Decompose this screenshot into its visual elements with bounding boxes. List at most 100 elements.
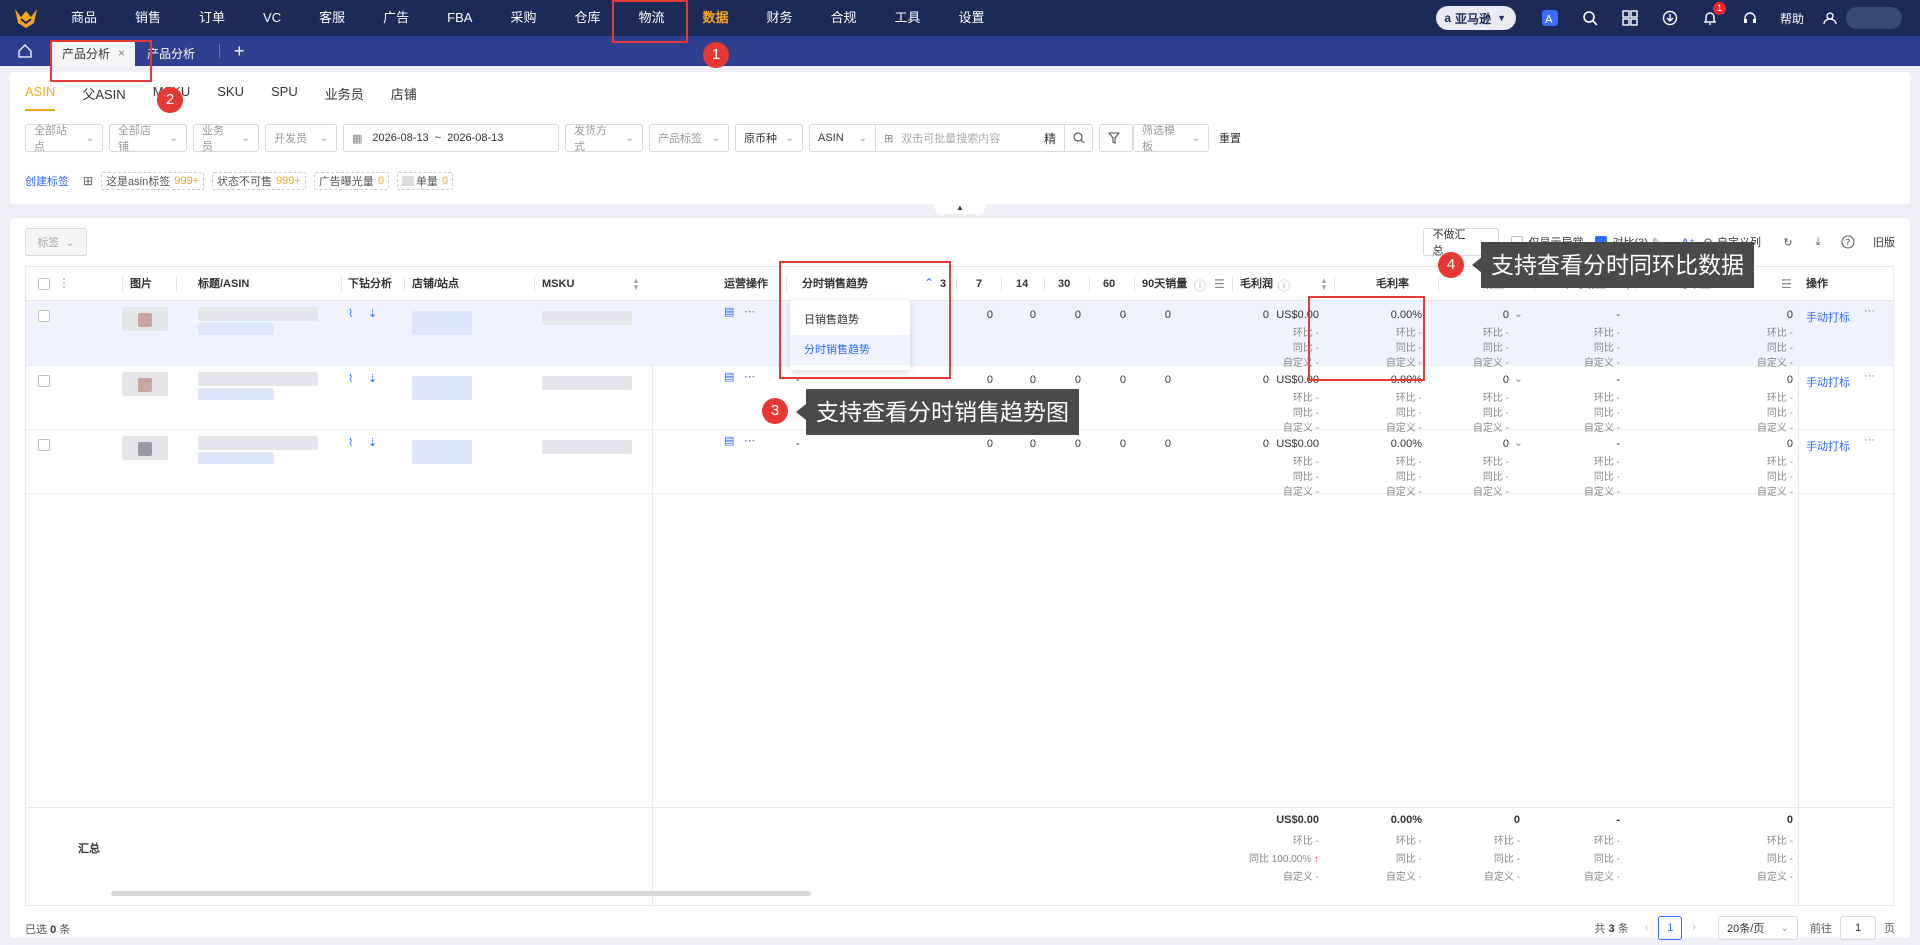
drill-down-icon[interactable]: ⇣ <box>368 372 377 385</box>
sort-list-icon[interactable]: ☰ <box>1214 277 1225 291</box>
product-tag-select[interactable]: 产品标签 ⌄ <box>649 124 729 152</box>
more-icon[interactable]: ··· <box>1864 305 1875 317</box>
row-checkbox[interactable] <box>38 439 50 451</box>
nav-item[interactable]: 广告 <box>364 0 428 36</box>
chevron-down-icon[interactable]: ⌄ <box>1514 372 1523 385</box>
col-msku[interactable]: MSKU <box>542 267 574 301</box>
manual-tag-link[interactable]: 手动打标 <box>1806 309 1850 325</box>
nav-item[interactable]: FBA <box>428 0 491 36</box>
horizontal-scrollbar[interactable] <box>111 891 811 896</box>
tag-chip[interactable]: 广告曝光量 0 <box>313 172 389 190</box>
search-icon[interactable] <box>1064 125 1092 151</box>
subtab-4[interactable]: SPU <box>271 84 298 111</box>
user-icon[interactable] <box>1818 6 1842 30</box>
sort-icon[interactable]: ▲▼ <box>632 277 640 292</box>
product-title[interactable] <box>198 307 318 321</box>
apps-icon[interactable] <box>1618 6 1642 30</box>
search-icon[interactable] <box>1578 6 1602 30</box>
developer-select[interactable]: 开发员 ⌄ <box>265 124 337 152</box>
chevron-down-icon[interactable]: ⌄ <box>1514 436 1523 449</box>
more-circle-icon[interactable]: ⋯ <box>744 305 755 318</box>
subtab-3[interactable]: SKU <box>217 84 244 111</box>
nav-item[interactable]: 数据 <box>683 0 747 36</box>
exact-match-toggle[interactable]: 精 <box>1044 125 1064 151</box>
manual-tag-link[interactable]: 手动打标 <box>1806 374 1850 390</box>
export-icon[interactable]: ⤓ <box>1809 233 1827 251</box>
prev-page-icon[interactable]: ‹ <box>1645 922 1649 934</box>
create-tag-link[interactable]: 创建标签 <box>25 173 69 189</box>
add-tab-button[interactable]: + <box>234 41 245 62</box>
tag-button[interactable]: 标签 ⌄ <box>25 228 87 256</box>
more-circle-icon[interactable]: ⋯ <box>744 370 755 383</box>
line-chart-icon[interactable]: ⌇ <box>348 307 353 320</box>
row-checkbox[interactable] <box>38 375 50 387</box>
document-icon[interactable]: ▤ <box>724 434 734 447</box>
manual-tag-link[interactable]: 手动打标 <box>1806 438 1850 454</box>
sort-list-icon[interactable]: ☰ <box>1781 277 1792 291</box>
chevron-down-icon[interactable]: ⌄ <box>1514 307 1523 320</box>
table-row[interactable]: ⌇ ⇣ ▤ ⋯ - 0 0 0 0 0 0 US$0.00 环比 - 同比 - … <box>26 301 1893 369</box>
nav-item[interactable]: 商品 <box>52 0 116 36</box>
nav-item[interactable]: 采购 <box>491 0 555 36</box>
template-select[interactable]: 筛选模板 ⌄ <box>1133 124 1209 153</box>
ship-method-select[interactable]: 发货方式 ⌄ <box>565 124 643 153</box>
nav-item[interactable]: 财务 <box>748 0 812 36</box>
store-select[interactable]: 全部店铺 ⌄ <box>109 124 187 153</box>
tag-chip[interactable]: 单量 0 <box>396 172 454 190</box>
product-title[interactable] <box>198 436 318 450</box>
search-field-select[interactable]: ASIN ⌄ <box>810 125 876 151</box>
tag-chip[interactable]: 这是asin标签 999+ <box>101 172 205 190</box>
product-title[interactable] <box>198 372 318 386</box>
subtab-0[interactable]: ASIN <box>25 84 56 111</box>
filter-icon[interactable] <box>1099 124 1133 152</box>
home-icon[interactable] <box>0 36 50 66</box>
cell-trend[interactable]: - <box>796 438 800 450</box>
collapse-filter-toggle[interactable]: ▲ <box>935 204 985 214</box>
more-icon[interactable]: ··· <box>1864 434 1875 446</box>
brand-logo[interactable] <box>0 0 52 36</box>
search-input[interactable]: ⊞ 双击可批量搜索内容 <box>876 125 1044 151</box>
more-circle-icon[interactable]: ⋯ <box>744 434 755 447</box>
next-page-icon[interactable]: › <box>1692 922 1696 934</box>
document-icon[interactable]: ▤ <box>724 370 734 383</box>
user-avatar[interactable] <box>1846 7 1902 29</box>
nav-item[interactable]: 设置 <box>940 0 1004 36</box>
nav-item[interactable]: 订单 <box>180 0 244 36</box>
subtab-5[interactable]: 业务员 <box>325 84 364 111</box>
headset-icon[interactable] <box>1738 6 1762 30</box>
subtab-6[interactable]: 店铺 <box>391 84 417 111</box>
page-size-select[interactable]: 20条/页 ⌄ <box>1718 916 1798 940</box>
asin-link[interactable] <box>198 323 274 335</box>
reset-button[interactable]: 重置 <box>1219 130 1241 146</box>
nav-item[interactable]: 客服 <box>300 0 364 36</box>
drill-down-icon[interactable]: ⇣ <box>368 436 377 449</box>
date-range-picker[interactable]: ▦ 2026-08-13 ~ 2026-08-13 <box>343 124 559 152</box>
nav-item[interactable]: 工具 <box>876 0 940 36</box>
download-icon[interactable] <box>1658 6 1682 30</box>
row-checkbox[interactable] <box>38 310 50 322</box>
site-select[interactable]: 全部站点 ⌄ <box>25 124 103 153</box>
drag-handle-icon[interactable]: ⋮ <box>58 276 70 290</box>
table-row[interactable]: ⌇ ⇣ ▤ ⋯ - 0 0 0 0 0 0 US$0.00 环比 - 同比 - … <box>26 430 1893 498</box>
nav-item[interactable]: 仓库 <box>555 0 619 36</box>
line-chart-icon[interactable]: ⌇ <box>348 372 353 385</box>
nav-item[interactable]: 合规 <box>812 0 876 36</box>
old-version-link[interactable]: 旧版 <box>1873 234 1895 250</box>
tag-chip[interactable]: 状态不可售 999+ <box>212 172 306 190</box>
help-icon[interactable]: ? <box>1839 233 1857 251</box>
page-1-button[interactable]: 1 <box>1658 916 1683 940</box>
nav-item[interactable]: VC <box>244 0 300 36</box>
help-link[interactable]: 帮助 <box>1780 10 1804 27</box>
asin-link[interactable] <box>198 452 274 464</box>
goto-page-input[interactable]: 1 <box>1840 916 1876 940</box>
document-icon[interactable]: ▤ <box>724 305 734 318</box>
refresh-icon[interactable]: ↻ <box>1779 233 1797 251</box>
asin-link[interactable] <box>198 388 274 400</box>
store-switch[interactable]: a 亚马逊 ▼ <box>1436 6 1516 30</box>
nav-item[interactable]: 销售 <box>116 0 180 36</box>
drill-down-icon[interactable]: ⇣ <box>368 307 377 320</box>
currency-select[interactable]: 原币种 ⌄ <box>735 124 803 152</box>
line-chart-icon[interactable]: ⌇ <box>348 436 353 449</box>
more-icon[interactable]: ··· <box>1864 370 1875 382</box>
bell-icon[interactable]: 1 <box>1698 2 1726 30</box>
